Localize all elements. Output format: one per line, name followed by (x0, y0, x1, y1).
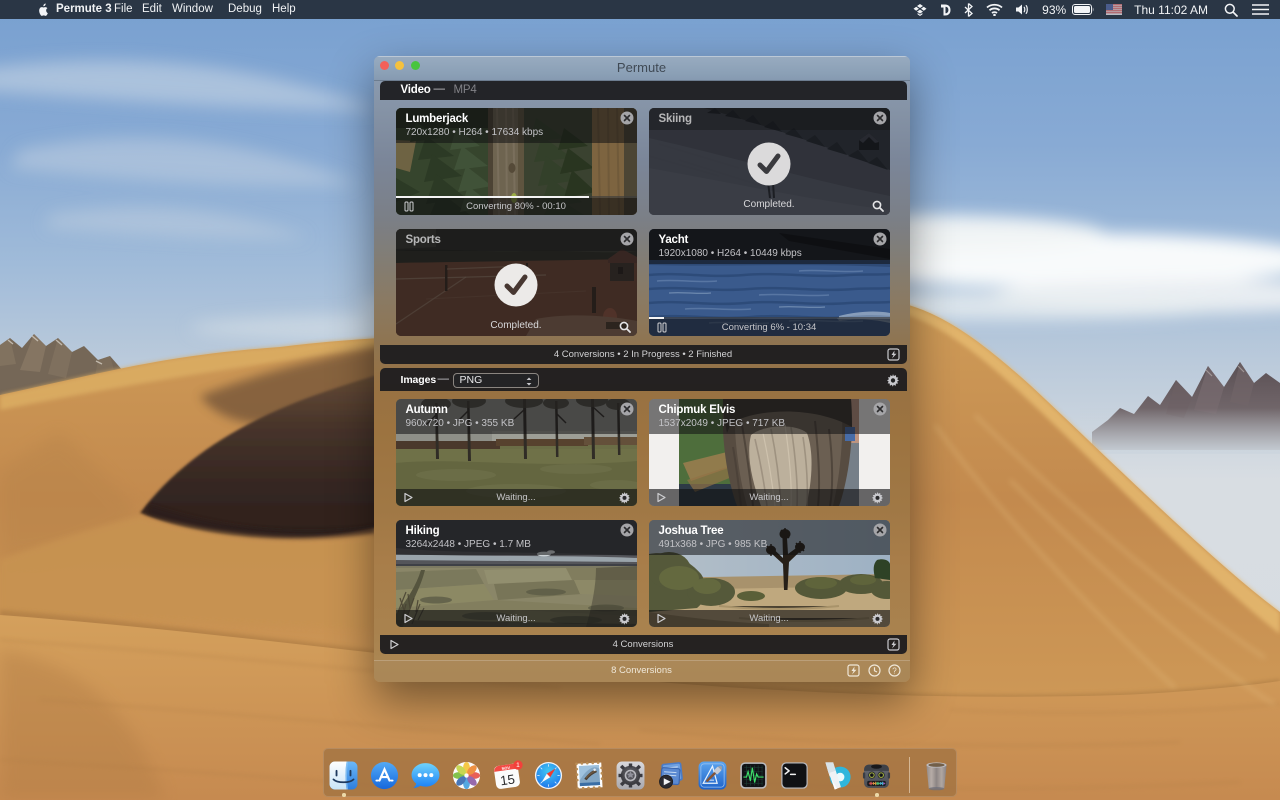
svg-text:?: ? (892, 666, 897, 675)
svg-text:1: 1 (516, 762, 520, 769)
svg-text:15: 15 (499, 771, 516, 788)
